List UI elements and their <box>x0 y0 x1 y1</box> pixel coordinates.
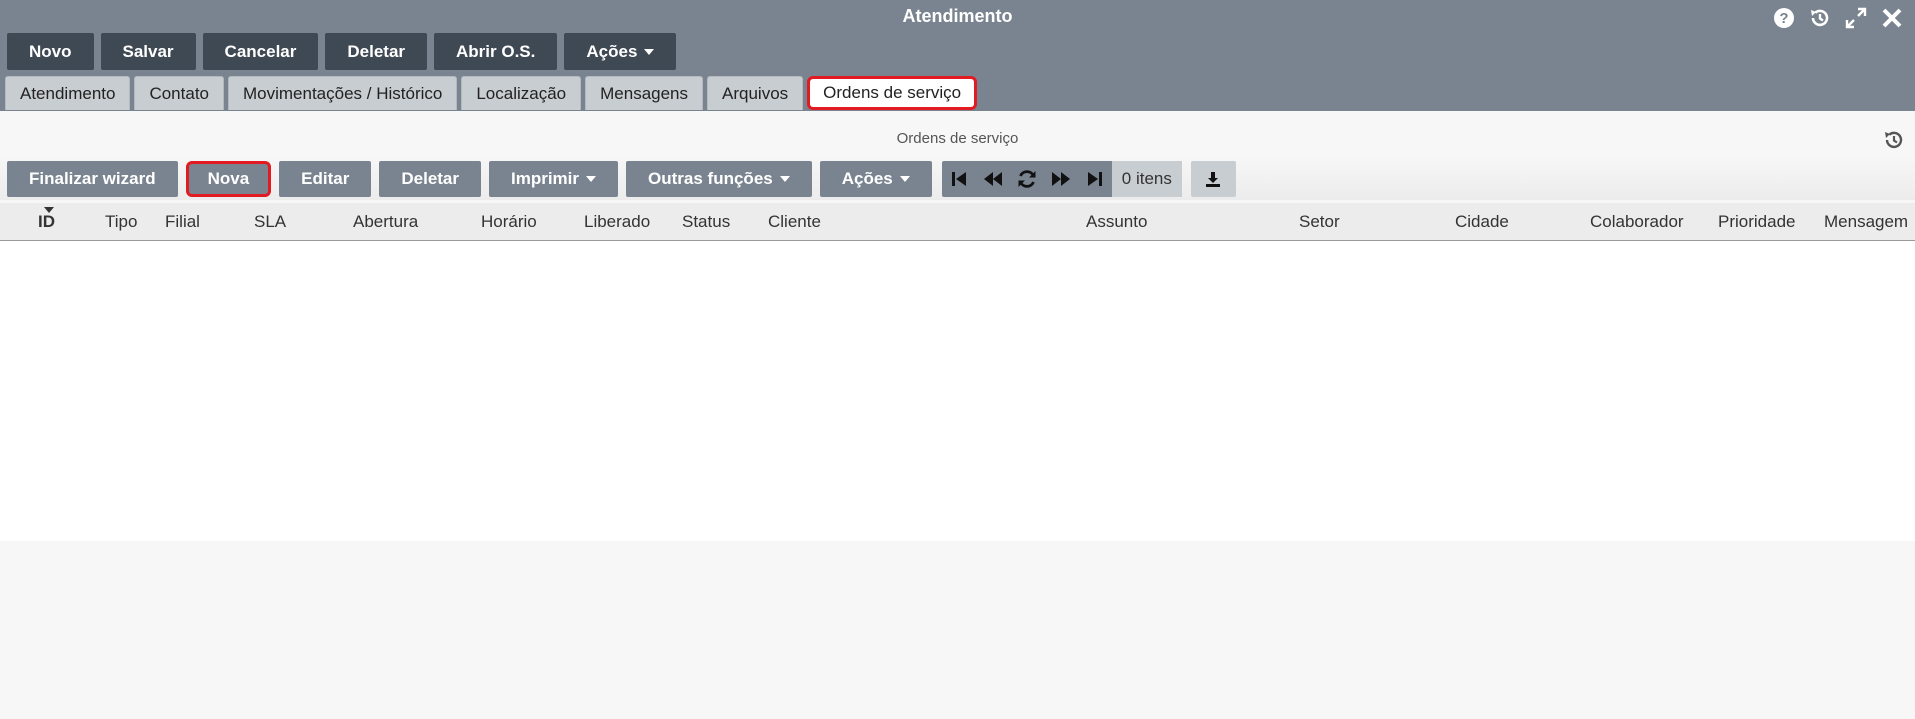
tab-bar: Atendimento Contato Movimentações / Hist… <box>5 76 978 111</box>
tab-mensagens[interactable]: Mensagens <box>585 76 704 110</box>
column-header-status[interactable]: Status <box>682 203 730 240</box>
previous-page-icon[interactable] <box>976 161 1010 197</box>
tab-ordens-de-servico[interactable]: Ordens de serviço <box>807 76 978 110</box>
panel-history-icon[interactable] <box>1883 129 1905 156</box>
actions-label: Ações <box>586 41 638 61</box>
next-page-icon[interactable] <box>1044 161 1078 197</box>
expand-icon[interactable] <box>1843 6 1869 30</box>
new-button[interactable]: Novo <box>7 33 94 70</box>
column-header-cliente[interactable]: Cliente <box>768 203 821 240</box>
cancel-button[interactable]: Cancelar <box>202 33 319 70</box>
other-functions-dropdown[interactable]: Outras funções <box>626 161 812 197</box>
window-controls: ? <box>1771 6 1905 30</box>
new-os-button[interactable]: Nova <box>185 161 272 197</box>
last-page-icon[interactable] <box>1078 161 1112 197</box>
tab-atendimento[interactable]: Atendimento <box>5 76 131 110</box>
caret-down-icon <box>586 176 597 182</box>
finalize-wizard-button[interactable]: Finalizar wizard <box>7 161 178 197</box>
column-header-setor[interactable]: Setor <box>1299 203 1340 240</box>
window-header: Atendimento ? Novo Salvar Cancelar Delet… <box>0 0 1915 111</box>
column-header-horario[interactable]: Horário <box>481 203 537 240</box>
history-icon[interactable] <box>1807 6 1833 30</box>
help-icon[interactable]: ? <box>1771 6 1797 30</box>
tab-localizacao[interactable]: Localização <box>461 76 582 110</box>
column-header-id[interactable]: ID <box>38 203 55 240</box>
main-toolbar: Novo Salvar Cancelar Deletar Abrir O.S. … <box>7 33 677 70</box>
column-header-abertura[interactable]: Abertura <box>353 203 418 240</box>
save-button[interactable]: Salvar <box>100 33 196 70</box>
column-header-sla[interactable]: SLA <box>254 203 286 240</box>
panel-title: Ordens de serviço <box>896 130 1019 147</box>
grid-actions-dropdown[interactable]: Ações <box>819 161 932 197</box>
column-header-tipo[interactable]: Tipo <box>105 203 137 240</box>
caret-down-icon <box>644 48 655 55</box>
grid-actions-label: Ações <box>841 169 893 188</box>
caret-down-icon <box>779 176 790 182</box>
grid-toolbar: Finalizar wizard Nova Editar Deletar Imp… <box>7 161 1236 197</box>
open-os-button[interactable]: Abrir O.S. <box>434 33 558 70</box>
close-icon[interactable] <box>1879 6 1905 30</box>
refresh-icon[interactable] <box>1010 161 1044 197</box>
column-header-assunto[interactable]: Assunto <box>1086 203 1147 240</box>
window-title: Atendimento <box>902 6 1013 26</box>
first-page-icon[interactable] <box>942 161 976 197</box>
tab-movimentacoes[interactable]: Movimentações / Histórico <box>228 76 458 110</box>
download-icon[interactable] <box>1190 161 1236 197</box>
print-dropdown[interactable]: Imprimir <box>489 161 619 197</box>
column-header-mensagem[interactable]: Mensagem <box>1824 203 1908 240</box>
column-header-liberado[interactable]: Liberado <box>584 203 650 240</box>
delete-os-button[interactable]: Deletar <box>379 161 481 197</box>
caret-down-icon <box>899 176 910 182</box>
column-header-prioridade[interactable]: Prioridade <box>1718 203 1796 240</box>
other-functions-label: Outras funções <box>648 169 773 188</box>
grid-body <box>0 241 1915 541</box>
tab-contato[interactable]: Contato <box>134 76 224 110</box>
edit-button[interactable]: Editar <box>279 161 372 197</box>
tab-arquivos[interactable]: Arquivos <box>707 76 804 110</box>
column-header-cidade[interactable]: Cidade <box>1455 203 1509 240</box>
svg-text:?: ? <box>1779 10 1788 27</box>
actions-dropdown[interactable]: Ações <box>564 33 677 70</box>
column-header-filial[interactable]: Filial <box>165 203 200 240</box>
delete-button[interactable]: Deletar <box>325 33 428 70</box>
print-label: Imprimir <box>511 169 580 188</box>
pager: 0 itens <box>941 161 1182 197</box>
item-count: 0 itens <box>1111 161 1182 197</box>
grid-header: ID Tipo Filial SLA Abertura Horário Libe… <box>0 203 1915 241</box>
column-header-colaborador[interactable]: Colaborador <box>1590 203 1684 240</box>
